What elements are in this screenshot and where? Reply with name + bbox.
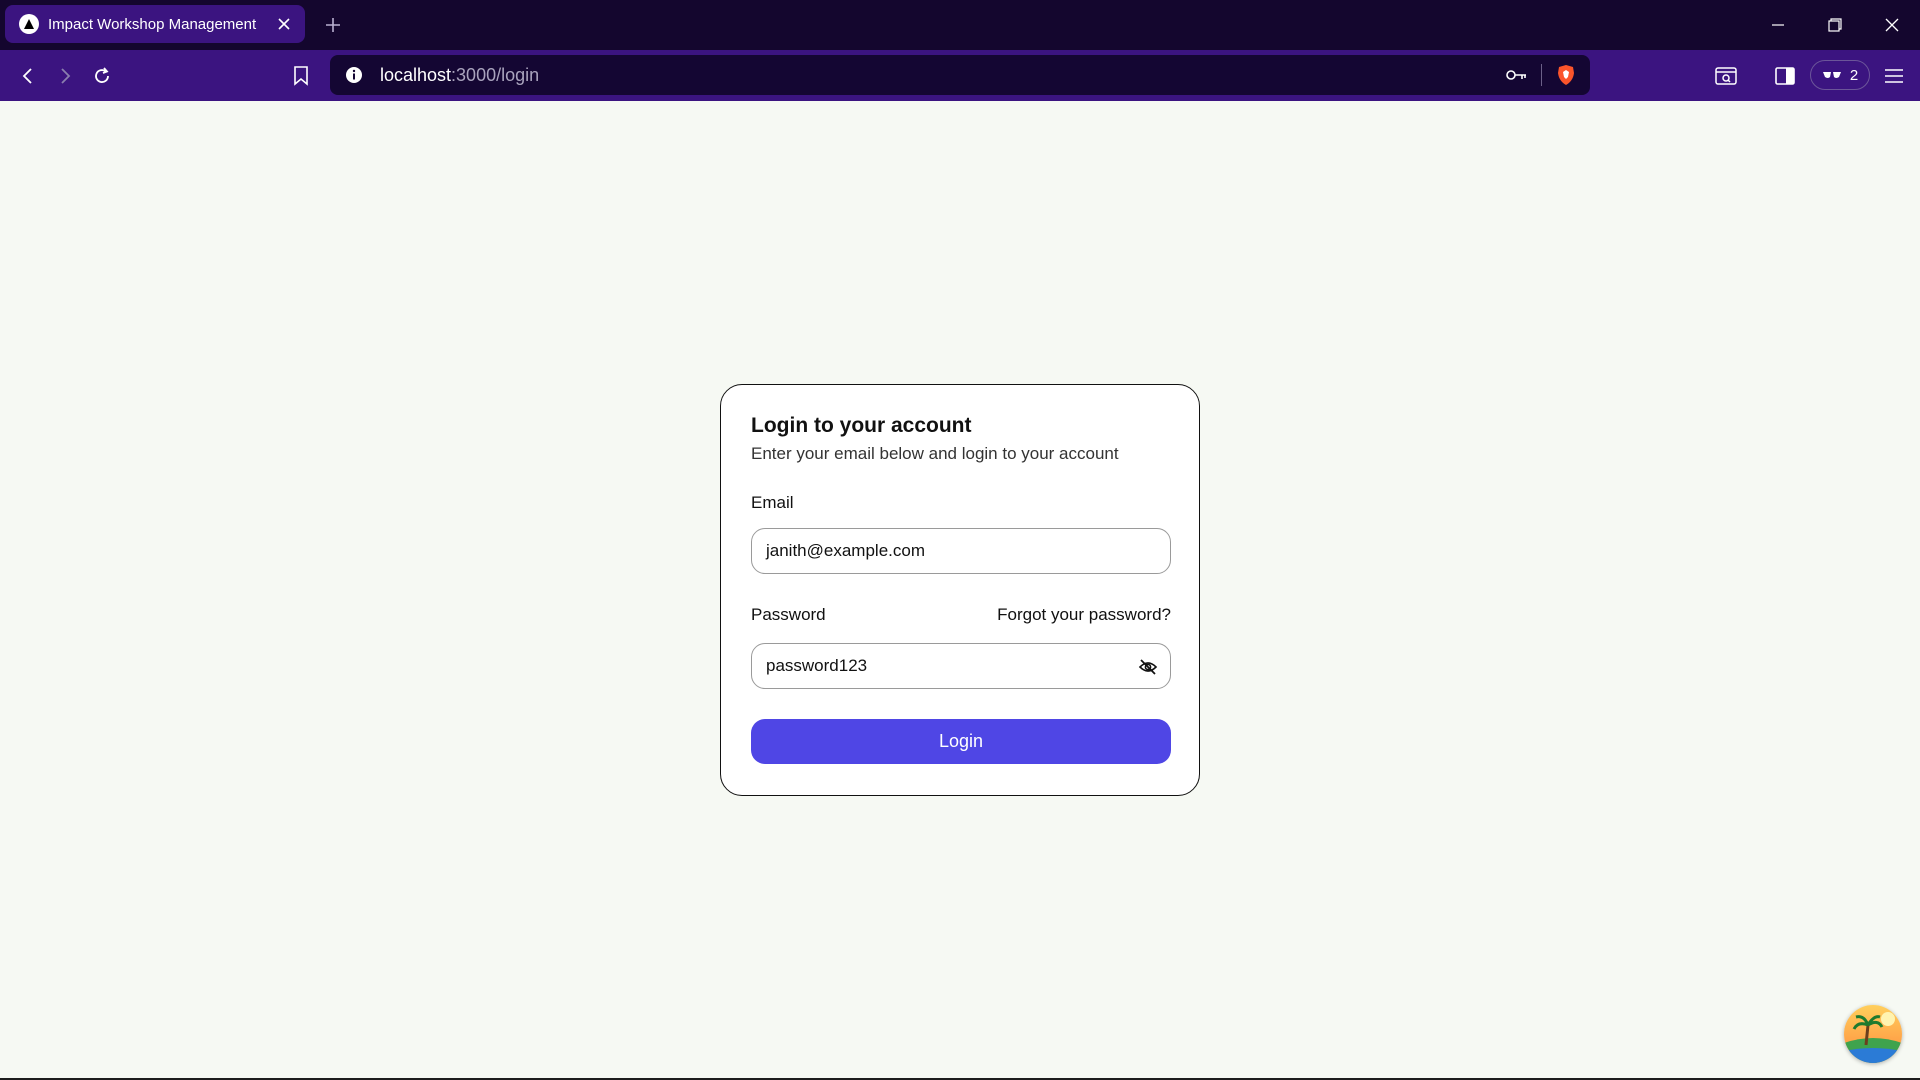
- address-bar[interactable]: localhost:3000/login: [330, 55, 1590, 95]
- forgot-password-link[interactable]: Forgot your password?: [997, 604, 1171, 626]
- arrow-right-icon[interactable]: [49, 60, 81, 92]
- url-host: localhost: [380, 64, 452, 85]
- restore-icon[interactable]: [1806, 0, 1863, 50]
- window-close-icon[interactable]: [1863, 0, 1920, 50]
- sidebar-icon[interactable]: [1769, 60, 1801, 92]
- url-text[interactable]: localhost:3000/login: [380, 65, 539, 86]
- key-icon[interactable]: [1503, 61, 1531, 89]
- browser-tab-active[interactable]: Impact Workshop Management: [5, 5, 305, 43]
- bookmark-icon[interactable]: [285, 60, 317, 92]
- tab-title: Impact Workshop Management: [48, 15, 257, 33]
- browser-titlebar: Impact Workshop Management: [0, 0, 1920, 50]
- brave-shield-icon[interactable]: [1552, 61, 1580, 89]
- minimize-icon[interactable]: [1749, 0, 1806, 50]
- wallet-button[interactable]: 2: [1810, 60, 1870, 90]
- hamburger-menu-icon[interactable]: [1878, 60, 1910, 92]
- url-path: :3000/login: [451, 64, 540, 85]
- password-field[interactable]: password123: [751, 643, 1171, 689]
- plus-icon[interactable]: [320, 12, 346, 38]
- arrow-left-icon[interactable]: [12, 60, 44, 92]
- email-field[interactable]: janith@example.com: [751, 528, 1171, 574]
- login-title: Login to your account: [751, 414, 972, 437]
- email-label: Email: [751, 493, 794, 512]
- password-label-row: Password Forgot your password?: [751, 604, 1171, 626]
- login-button[interactable]: Login: [751, 719, 1171, 764]
- close-icon[interactable]: [273, 13, 295, 35]
- triangle-logo-icon: [19, 14, 39, 34]
- screenshot-icon[interactable]: [1710, 60, 1742, 92]
- wallet-icon: [1822, 67, 1842, 84]
- floating-avatar-icon[interactable]: [1844, 1005, 1902, 1063]
- info-icon[interactable]: [342, 63, 366, 87]
- wallet-count: 2: [1849, 66, 1859, 84]
- reload-icon[interactable]: [86, 60, 118, 92]
- browser-toolbar: localhost:3000/login 2: [0, 50, 1920, 101]
- eye-off-icon[interactable]: [1136, 655, 1160, 679]
- password-label: Password: [751, 605, 826, 624]
- email-value: janith@example.com: [766, 541, 925, 560]
- login-card: Login to your account Enter your email b…: [720, 384, 1200, 796]
- password-value: password123: [766, 656, 868, 675]
- login-subtitle: Enter your email below and login to your…: [751, 444, 1119, 463]
- url-actions: [1503, 61, 1580, 89]
- url-divider: [1541, 64, 1542, 86]
- window-controls: [1749, 0, 1920, 50]
